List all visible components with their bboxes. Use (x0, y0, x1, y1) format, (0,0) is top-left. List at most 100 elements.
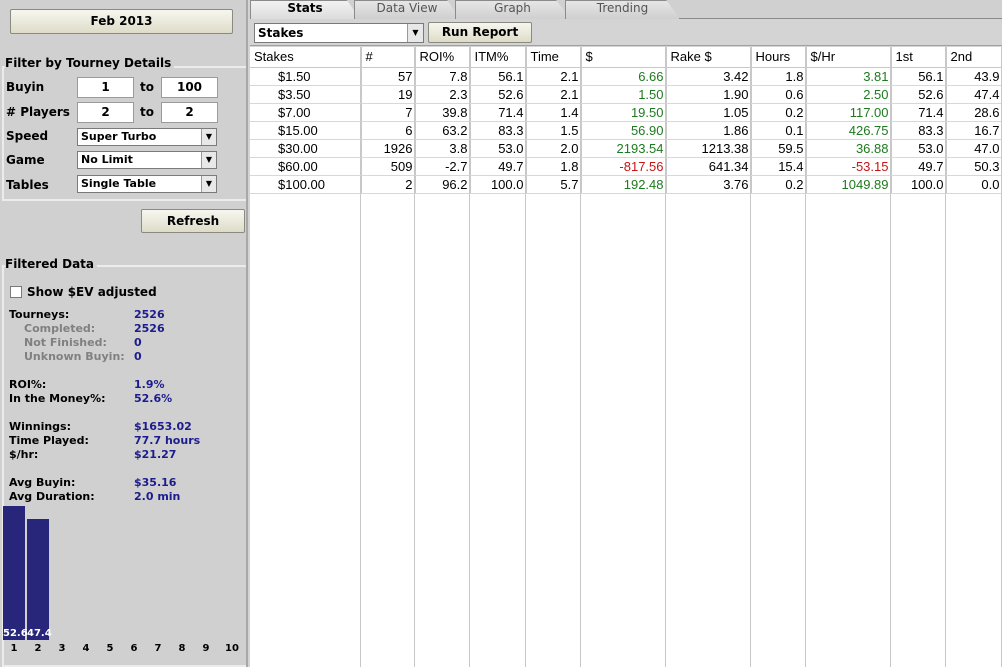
group-by-select[interactable]: Stakes ▼ (254, 23, 424, 43)
table-cell: 56.90 (581, 121, 667, 140)
filter-group-title: Filter by Tourney Details (5, 56, 175, 70)
players-min-input[interactable]: 2 (77, 102, 134, 123)
column-header[interactable]: $/Hr (806, 47, 892, 68)
refresh-button[interactable]: Refresh (141, 209, 245, 233)
table-cell: 15.4 (751, 157, 807, 176)
game-label: Game (6, 153, 45, 167)
table-cell: 3.8 (415, 139, 471, 158)
table-cell: 3.76 (666, 175, 752, 194)
table-cell: -817.56 (581, 157, 667, 176)
table-cell: 1213.38 (666, 139, 752, 158)
column-header[interactable]: # (361, 47, 416, 68)
tab-stats[interactable]: Stats (250, 0, 360, 19)
column-header[interactable]: 1st (891, 47, 947, 68)
chevron-down-icon[interactable]: ▼ (407, 24, 423, 42)
table-cell: 52.6 (891, 85, 947, 104)
table-row[interactable]: $30.00 1926 3.8 53.0 2.0 2193.54 1213.38 59.5 36… (250, 139, 1002, 158)
column-header[interactable]: Time (526, 47, 582, 68)
chevron-down-icon[interactable]: ▼ (201, 176, 216, 192)
game-value: No Limit (81, 153, 133, 166)
table-row[interactable]: $7.00 7 39.8 71.4 1.4 19.50 1.05 0.2 117.00 71.4 2… (250, 103, 1002, 122)
table-cell: 47.0 (946, 139, 1002, 158)
column-header[interactable]: Stakes (250, 47, 362, 68)
table-row[interactable]: $15.00 6 63.2 83.3 1.5 56.90 1.86 0.1 426.75 83.3… (250, 121, 1002, 140)
table-cell: 7 (361, 103, 416, 122)
buyin-min-input[interactable]: 1 (77, 77, 134, 98)
tab-trending[interactable]: Trending (565, 0, 680, 19)
table-cell: 2 (361, 175, 416, 194)
tab-label: Stats (287, 1, 323, 15)
buyin-max-input[interactable]: 100 (161, 77, 218, 98)
table-cell: 57 (361, 67, 416, 86)
table-row[interactable]: $3.50 19 2.3 52.6 2.1 1.50 1.90 0.6 2.50 52.6 47.4 (250, 85, 1002, 104)
itm-label: In the Money%: (9, 392, 106, 405)
players-max-input[interactable]: 2 (161, 102, 218, 123)
tab-label: Trending (596, 1, 649, 15)
column-header[interactable]: 2nd (946, 47, 1002, 68)
table-cell: 1926 (361, 139, 416, 158)
date-range-button[interactable]: Feb 2013 (10, 9, 233, 34)
tables-select[interactable]: Single Table ▼ (77, 175, 217, 193)
table-cell: 53.0 (891, 139, 947, 158)
players-label: # Players (6, 105, 70, 119)
table-cell: 1.86 (666, 121, 752, 140)
filter-sidebar: Feb 2013 Filter by Tourney Details Buyin… (0, 0, 248, 667)
per-hour-label: $/hr: (9, 448, 39, 461)
table-cell: 16.7 (946, 121, 1002, 140)
show-ev-checkbox[interactable] (10, 286, 22, 298)
table-cell: 19.50 (581, 103, 667, 122)
table-row[interactable]: $60.00 509 -2.7 49.7 1.8 -817.56 641.34 15.4 -53… (250, 157, 1002, 176)
finish-tick-label: 1 (10, 643, 18, 654)
buyin-to-label: to (140, 80, 154, 94)
table-cell: 1.8 (526, 157, 582, 176)
table-row[interactable]: $1.50 57 7.8 56.1 2.1 6.66 3.42 1.8 3.81 56.1 43.9 (250, 67, 1002, 86)
column-header[interactable]: Hours (751, 47, 807, 68)
table-cell: 6.66 (581, 67, 667, 86)
tab-data-view[interactable]: Data View (354, 0, 460, 19)
table-cell: $7.00 (250, 103, 362, 122)
unknown-buyin-value: 0 (134, 350, 142, 363)
table-cell: 0.1 (751, 121, 807, 140)
completed-label: Completed: (24, 322, 96, 335)
finish-tick-label: 5 (106, 643, 114, 654)
table-cell: 71.4 (891, 103, 947, 122)
filtered-data-title: Filtered Data (5, 257, 98, 271)
avg-duration-label: Avg Duration: (9, 490, 95, 503)
table-cell: 52.6 (470, 85, 527, 104)
game-select[interactable]: No Limit ▼ (77, 151, 217, 169)
column-header[interactable]: Rake $ (666, 47, 752, 68)
table-cell: 53.0 (470, 139, 527, 158)
table-cell: 192.48 (581, 175, 667, 194)
column-header[interactable]: $ (581, 47, 667, 68)
tab-graph[interactable]: Graph (455, 0, 570, 19)
buyin-label: Buyin (6, 80, 45, 94)
table-cell: 49.7 (470, 157, 527, 176)
report-toolbar: Stakes ▼ Run Report (250, 20, 1002, 46)
finish-bar-label: 47.4 (27, 628, 52, 639)
players-to-label: to (140, 105, 154, 119)
chevron-down-icon[interactable]: ▼ (201, 152, 216, 168)
speed-select[interactable]: Super Turbo ▼ (77, 128, 217, 146)
table-row[interactable]: $100.00 2 96.2 100.0 5.7 192.48 3.76 0.2 1049.89… (250, 175, 1002, 194)
group-by-value: Stakes (258, 26, 304, 40)
chevron-down-icon[interactable]: ▼ (201, 129, 216, 145)
run-report-button[interactable]: Run Report (428, 22, 532, 43)
table-cell: -53.15 (806, 157, 892, 176)
table-cell: 3.42 (666, 67, 752, 86)
winnings-label: Winnings: (9, 420, 71, 433)
table-cell: 83.3 (470, 121, 527, 140)
avg-duration-value: 2.0 min (134, 490, 181, 503)
finish-tick-label: 2 (34, 643, 42, 654)
table-cell: 96.2 (415, 175, 471, 194)
table-cell: 28.6 (946, 103, 1002, 122)
finish-tick-label: 6 (130, 643, 138, 654)
itm-value: 52.6% (134, 392, 173, 405)
column-header[interactable]: ITM% (470, 47, 527, 68)
column-header[interactable]: ROI% (415, 47, 471, 68)
table-cell: 2.0 (526, 139, 582, 158)
speed-value: Super Turbo (81, 130, 157, 143)
finish-tick-label: 3 (58, 643, 66, 654)
time-played-value: 77.7 hours (134, 434, 201, 447)
finish-bar-label: 52.6 (3, 628, 28, 639)
table-body: $1.50 57 7.8 56.1 2.1 6.66 3.42 1.8 3.81 56.1 43.9… (250, 67, 1002, 194)
